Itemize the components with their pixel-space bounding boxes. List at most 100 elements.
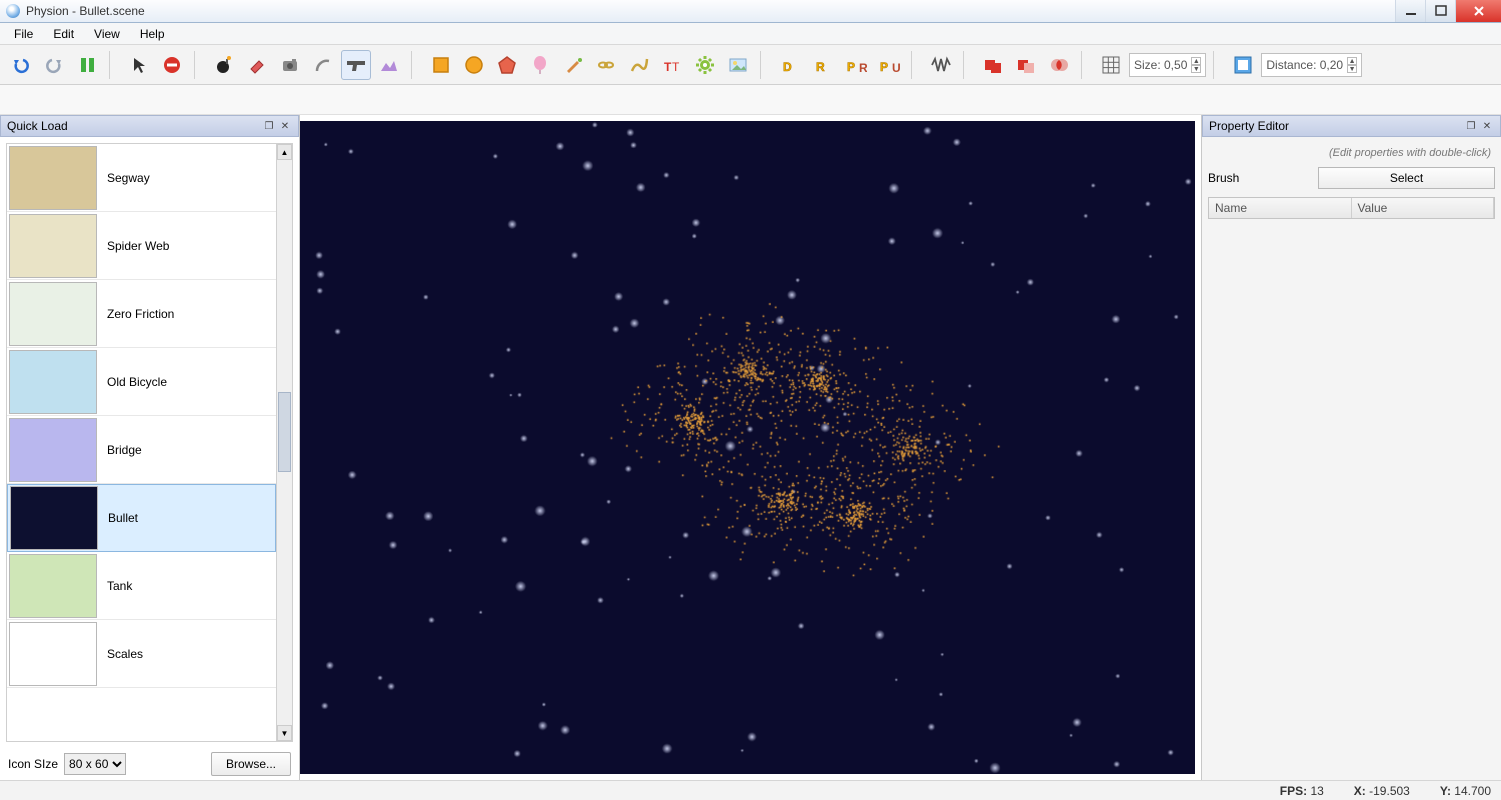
scroll-up-icon[interactable]: ▲ <box>277 144 292 160</box>
distance-up[interactable]: ▲ <box>1347 57 1357 65</box>
quick-load-close-icon[interactable]: ✕ <box>278 119 292 133</box>
close-button[interactable] <box>1455 0 1501 22</box>
balloon-tool[interactable] <box>525 50 555 80</box>
status-bar: FPS: 13 X: -19.503 Y: 14.700 <box>0 780 1501 800</box>
quick-load-item-label: Segway <box>99 171 150 185</box>
menu-help[interactable]: Help <box>130 25 175 43</box>
quick-load-item[interactable]: Old Bicycle <box>7 348 276 416</box>
letter-pu-tool[interactable]: PU <box>874 50 904 80</box>
quick-load-item[interactable]: Bridge <box>7 416 276 484</box>
quick-load-dock-icon[interactable]: ❐ <box>262 119 276 133</box>
app-icon <box>6 4 20 18</box>
property-table: Name Value <box>1208 197 1495 219</box>
menu-file[interactable]: File <box>4 25 43 43</box>
gun-tool[interactable] <box>341 50 371 80</box>
scene-thumbnail <box>9 214 97 278</box>
property-editor-hint: (Edit properties with double-click) <box>1208 143 1495 167</box>
menubar: File Edit View Help <box>0 23 1501 45</box>
arc-tool[interactable] <box>308 50 338 80</box>
gear-tool[interactable] <box>690 50 720 80</box>
scene-thumbnail <box>9 554 97 618</box>
polygon-tool[interactable] <box>492 50 522 80</box>
chain-tool[interactable] <box>591 50 621 80</box>
quick-load-title: Quick Load <box>7 119 68 133</box>
toolbar: TT D R PR PU Size: 0,50 ▲▼ Distance: 0,2… <box>0 45 1501 85</box>
quick-load-item[interactable]: Tank <box>7 552 276 620</box>
status-x: X: -19.503 <box>1354 784 1410 798</box>
intersect-tool[interactable] <box>1044 50 1074 80</box>
snap-toggle[interactable] <box>1228 50 1258 80</box>
quick-load-item-label: Bridge <box>99 443 142 457</box>
quick-load-scrollbar[interactable]: ▲ ▼ <box>276 144 292 741</box>
circle-tool[interactable] <box>459 50 489 80</box>
size-up[interactable]: ▲ <box>1191 57 1201 65</box>
quick-load-item[interactable]: Bullet <box>7 484 276 552</box>
bomb-tool[interactable] <box>209 50 239 80</box>
quick-load-list: Segway Spider Web Zero Friction Old Bicycle… <box>6 143 293 742</box>
quick-load-item[interactable]: Segway <box>7 144 276 212</box>
property-editor-header: Property Editor ❐ ✕ <box>1202 115 1501 137</box>
svg-text:T: T <box>664 60 672 74</box>
size-down[interactable]: ▼ <box>1191 65 1201 73</box>
window-controls <box>1395 0 1501 22</box>
size-field[interactable]: Size: 0,50 ▲▼ <box>1129 53 1206 77</box>
quick-load-item[interactable]: Zero Friction <box>7 280 276 348</box>
scene-thumbnail <box>9 418 97 482</box>
titlebar: Physion - Bullet.scene <box>0 0 1501 23</box>
distance-field[interactable]: Distance: 0,20 ▲▼ <box>1261 53 1362 77</box>
quick-load-header: Quick Load ❐ ✕ <box>0 115 299 137</box>
svg-text:R: R <box>816 60 825 74</box>
camera-tool[interactable] <box>275 50 305 80</box>
eraser-tool[interactable] <box>242 50 272 80</box>
image-tool[interactable] <box>723 50 753 80</box>
svg-text:D: D <box>783 60 792 74</box>
undo-button[interactable] <box>6 50 36 80</box>
brush-select-button[interactable]: Select <box>1318 167 1495 189</box>
maximize-button[interactable] <box>1425 0 1455 22</box>
subtract-tool[interactable] <box>1011 50 1041 80</box>
column-value: Value <box>1352 198 1495 218</box>
scene-thumbnail <box>9 282 97 346</box>
letter-pr-tool[interactable]: PR <box>841 50 871 80</box>
minimize-button[interactable] <box>1395 0 1425 22</box>
scene-thumbnail <box>9 350 97 414</box>
distance-down[interactable]: ▼ <box>1347 65 1357 73</box>
icon-size-label: Icon SIze <box>8 757 58 771</box>
scroll-thumb[interactable] <box>278 392 291 472</box>
browse-button[interactable]: Browse... <box>211 752 291 776</box>
column-name: Name <box>1209 198 1352 218</box>
menu-edit[interactable]: Edit <box>43 25 84 43</box>
svg-text:T: T <box>672 60 680 74</box>
status-fps: FPS: 13 <box>1280 784 1324 798</box>
menu-view[interactable]: View <box>84 25 130 43</box>
text-tool[interactable]: TT <box>657 50 687 80</box>
icon-size-select[interactable]: 80 x 60 <box>64 753 126 775</box>
quick-load-item-label: Spider Web <box>99 239 169 253</box>
quick-load-item-label: Zero Friction <box>99 307 174 321</box>
rectangle-tool[interactable] <box>426 50 456 80</box>
redo-button[interactable] <box>39 50 69 80</box>
letter-d-tool[interactable]: D <box>775 50 805 80</box>
quick-load-item[interactable]: Spider Web <box>7 212 276 280</box>
quick-load-panel: Quick Load ❐ ✕ Segway Spider Web Zero Fric… <box>0 115 300 780</box>
property-editor-dock-icon[interactable]: ❐ <box>1464 119 1478 133</box>
property-editor-body: (Edit properties with double-click) Brus… <box>1202 137 1501 780</box>
play-pause-button[interactable] <box>72 50 102 80</box>
quick-load-item[interactable]: Scales <box>7 620 276 688</box>
spring-tool[interactable] <box>926 50 956 80</box>
status-y: Y: 14.700 <box>1440 784 1491 798</box>
property-editor-close-icon[interactable]: ✕ <box>1480 119 1494 133</box>
quick-load-item-label: Bullet <box>100 511 138 525</box>
scene-viewport[interactable] <box>300 121 1195 774</box>
grid-toggle[interactable] <box>1096 50 1126 80</box>
scroll-down-icon[interactable]: ▼ <box>277 725 292 741</box>
svg-text:P: P <box>847 60 855 74</box>
pointer-tool[interactable] <box>124 50 154 80</box>
terrain-tool[interactable] <box>374 50 404 80</box>
brush-tool[interactable] <box>558 50 588 80</box>
union-tool[interactable] <box>978 50 1008 80</box>
quick-load-item-label: Scales <box>99 647 143 661</box>
delete-tool[interactable] <box>157 50 187 80</box>
letter-r-tool[interactable]: R <box>808 50 838 80</box>
rope-tool[interactable] <box>624 50 654 80</box>
